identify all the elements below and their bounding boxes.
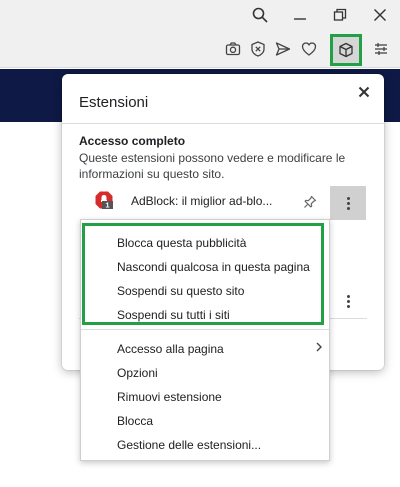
pin-icon[interactable]: [302, 194, 318, 210]
section-title: Accesso completo: [79, 134, 186, 148]
menu-highlight-box: [82, 223, 324, 325]
shield-x-icon[interactable]: [247, 38, 269, 60]
camera-icon[interactable]: [222, 38, 244, 60]
menu-item-manage-extensions[interactable]: Gestione delle estensioni...: [117, 438, 261, 452]
extensions-cube-icon[interactable]: [330, 34, 362, 66]
minimize-icon[interactable]: [280, 0, 320, 30]
send-icon[interactable]: [272, 38, 294, 60]
chevron-right-icon: [315, 341, 323, 355]
menu-divider: [81, 329, 329, 330]
search-icon[interactable]: [240, 0, 280, 30]
menu-item-block[interactable]: Blocca: [117, 414, 153, 428]
close-icon[interactable]: [354, 82, 374, 102]
extension-name: AdBlock: il miglior ad-blo...: [131, 194, 273, 208]
more-vertical-icon: [346, 196, 350, 210]
menu-item-remove-extension[interactable]: Rimuovi estensione: [117, 390, 222, 404]
title-bar: [0, 0, 400, 30]
extension-badge: 1: [105, 201, 109, 209]
menu-item-options[interactable]: Opzioni: [117, 366, 158, 380]
extension-more-button[interactable]: [330, 186, 366, 220]
menu-item-page-access[interactable]: Accesso alla pagina: [117, 342, 224, 356]
sidebar-settings-icon[interactable]: [370, 38, 392, 60]
divider: [62, 123, 384, 124]
heart-icon[interactable]: [298, 38, 320, 60]
restore-icon[interactable]: [320, 0, 360, 30]
more-vertical-icon[interactable]: [338, 291, 358, 311]
extension-row[interactable]: 1 AdBlock: il miglior ad-blo...: [62, 186, 384, 220]
section-description: Queste estensioni possono vedere e modif…: [79, 151, 346, 181]
adblock-logo-icon: 1: [95, 191, 113, 210]
popup-title: Estensioni: [79, 94, 149, 111]
close-icon[interactable]: [360, 0, 400, 30]
